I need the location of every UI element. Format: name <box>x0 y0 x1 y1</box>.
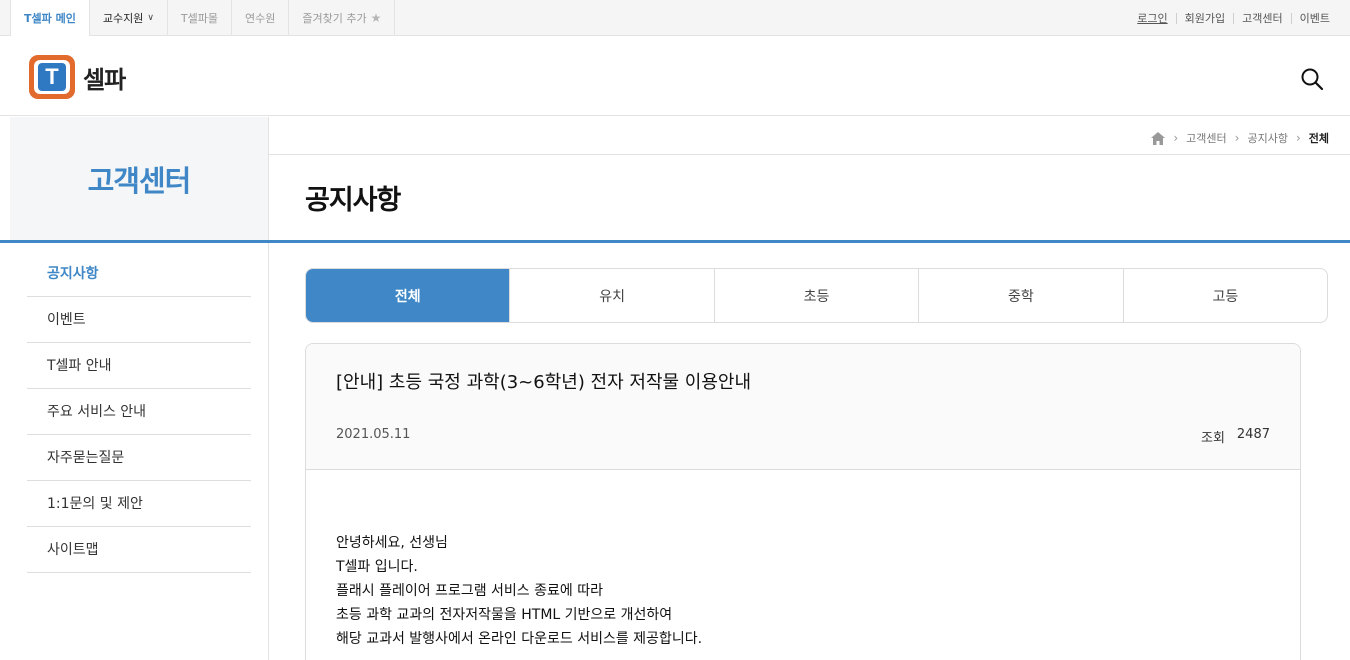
breadcrumb-customer-center[interactable]: 고객센터 <box>1186 130 1226 146</box>
views-count: 2487 <box>1236 427 1270 442</box>
star-icon: ★ <box>370 10 382 25</box>
search-button[interactable] <box>1300 67 1324 91</box>
tab-elementary[interactable]: 초등 <box>713 269 918 322</box>
tab-tsherpa-mall[interactable]: T셀파몰 <box>168 0 232 36</box>
page-title: 공지사항 <box>305 185 401 216</box>
body-line: 해당 교과서 발행사에서 온라인 다운로드 서비스를 제공합니다. <box>336 631 703 647</box>
sidebar-border <box>268 243 269 660</box>
tab-label: 즐겨찾기 추가 <box>302 11 367 25</box>
sidebar-header: 고객센터 <box>10 117 269 241</box>
login-link[interactable]: 로그인 <box>1129 13 1175 24</box>
tab-label: T셀파몰 <box>180 11 218 25</box>
breadcrumb-separator: › <box>1173 131 1179 145</box>
site-tabs: T셀파 메인 교수지원 ∨ T셀파몰 연수원 즐겨찾기 추가 ★ <box>10 0 396 36</box>
sidebar-title: 고객센터 <box>87 164 192 198</box>
add-bookmark-button[interactable]: 즐겨찾기 추가 ★ <box>289 0 396 36</box>
article-body: 안녕하세요, 선생님 T셀파 입니다. 플래시 플레이어 프로그램 서비스 종료… <box>336 531 702 651</box>
body-line: 안녕하세요, 선생님 <box>336 535 448 551</box>
top-utility-bar: T셀파 메인 교수지원 ∨ T셀파몰 연수원 즐겨찾기 추가 ★ 로그인 회원가입 … <box>0 0 1350 36</box>
category-tabs: 전체 유치 초등 중학 고등 <box>305 268 1328 323</box>
tab-middle[interactable]: 중학 <box>918 269 1122 322</box>
tab-kindergarten[interactable]: 유치 <box>509 269 713 322</box>
article-header: [안내] 초등 국정 과학(3~6학년) 전자 저작물 이용안내 2021.05… <box>306 344 1300 470</box>
home-icon[interactable] <box>1151 131 1166 145</box>
tab-label: 연수원 <box>245 11 276 25</box>
notice-article: [안내] 초등 국정 과학(3~6학년) 전자 저작물 이용안내 2021.05… <box>305 343 1301 660</box>
sidebar-item-tsherpa-guide[interactable]: T셀파 안내 <box>27 343 251 389</box>
logo-mark: T <box>29 55 75 99</box>
logo-mark-letter: T <box>38 63 66 91</box>
sidebar-nav: 공지사항 이벤트 T셀파 안내 주요 서비스 안내 자주묻는질문 1:1문의 및… <box>27 251 251 573</box>
tab-label: T셀파 메인 <box>24 11 76 25</box>
sidebar-item-event[interactable]: 이벤트 <box>27 297 251 343</box>
article-date: 2021.05.11 <box>336 427 411 442</box>
article-title: [안내] 초등 국정 과학(3~6학년) 전자 저작물 이용안내 <box>336 372 752 393</box>
tab-all[interactable]: 전체 <box>306 269 510 322</box>
body-line: T셀파 입니다. <box>336 559 418 575</box>
body-line: 초등 과학 교과의 전자저작물을 HTML 기반으로 개선하여 <box>336 607 673 623</box>
sidebar-item-inquiry[interactable]: 1:1문의 및 제안 <box>27 481 251 527</box>
breadcrumb-current: 전체 <box>1308 132 1329 145</box>
section-divider <box>0 240 1350 243</box>
tab-tsherpa-main[interactable]: T셀파 메인 <box>10 0 90 36</box>
site-logo[interactable]: T 셀파 <box>29 55 126 99</box>
breadcrumb: › 고객센터 › 공지사항 › 전체 <box>1151 130 1329 146</box>
chevron-down-icon: ∨ <box>147 12 154 23</box>
logo-text: 셀파 <box>83 65 126 94</box>
sidebar-item-sitemap[interactable]: 사이트맵 <box>27 527 251 573</box>
breadcrumb-notice[interactable]: 공지사항 <box>1247 130 1287 146</box>
tab-high[interactable]: 고등 <box>1122 269 1327 322</box>
breadcrumb-divider <box>269 154 1350 155</box>
search-icon <box>1301 68 1324 91</box>
body-line: 플래시 플레이어 프로그램 서비스 종료에 따라 <box>336 583 603 599</box>
sidebar-item-service-guide[interactable]: 주요 서비스 안내 <box>27 389 251 435</box>
tab-label: 교수지원 <box>102 11 144 25</box>
customer-center-link[interactable]: 고객센터 <box>1233 12 1290 24</box>
breadcrumb-separator: › <box>1295 131 1301 145</box>
tab-teaching-support[interactable]: 교수지원 ∨ <box>90 0 168 36</box>
signup-link[interactable]: 회원가입 <box>1175 12 1233 24</box>
breadcrumb-separator: › <box>1234 131 1240 145</box>
utility-links: 로그인 회원가입 고객센터 이벤트 <box>1129 0 1330 36</box>
views-label: 조회 <box>1200 431 1225 446</box>
sidebar-item-notice[interactable]: 공지사항 <box>27 251 251 297</box>
article-views: 조회 2487 <box>1201 427 1270 446</box>
tab-training-center[interactable]: 연수원 <box>232 0 290 36</box>
sidebar-item-faq[interactable]: 자주묻는질문 <box>27 435 251 481</box>
event-link[interactable]: 이벤트 <box>1290 12 1330 24</box>
site-header: T 셀파 <box>0 37 1350 116</box>
